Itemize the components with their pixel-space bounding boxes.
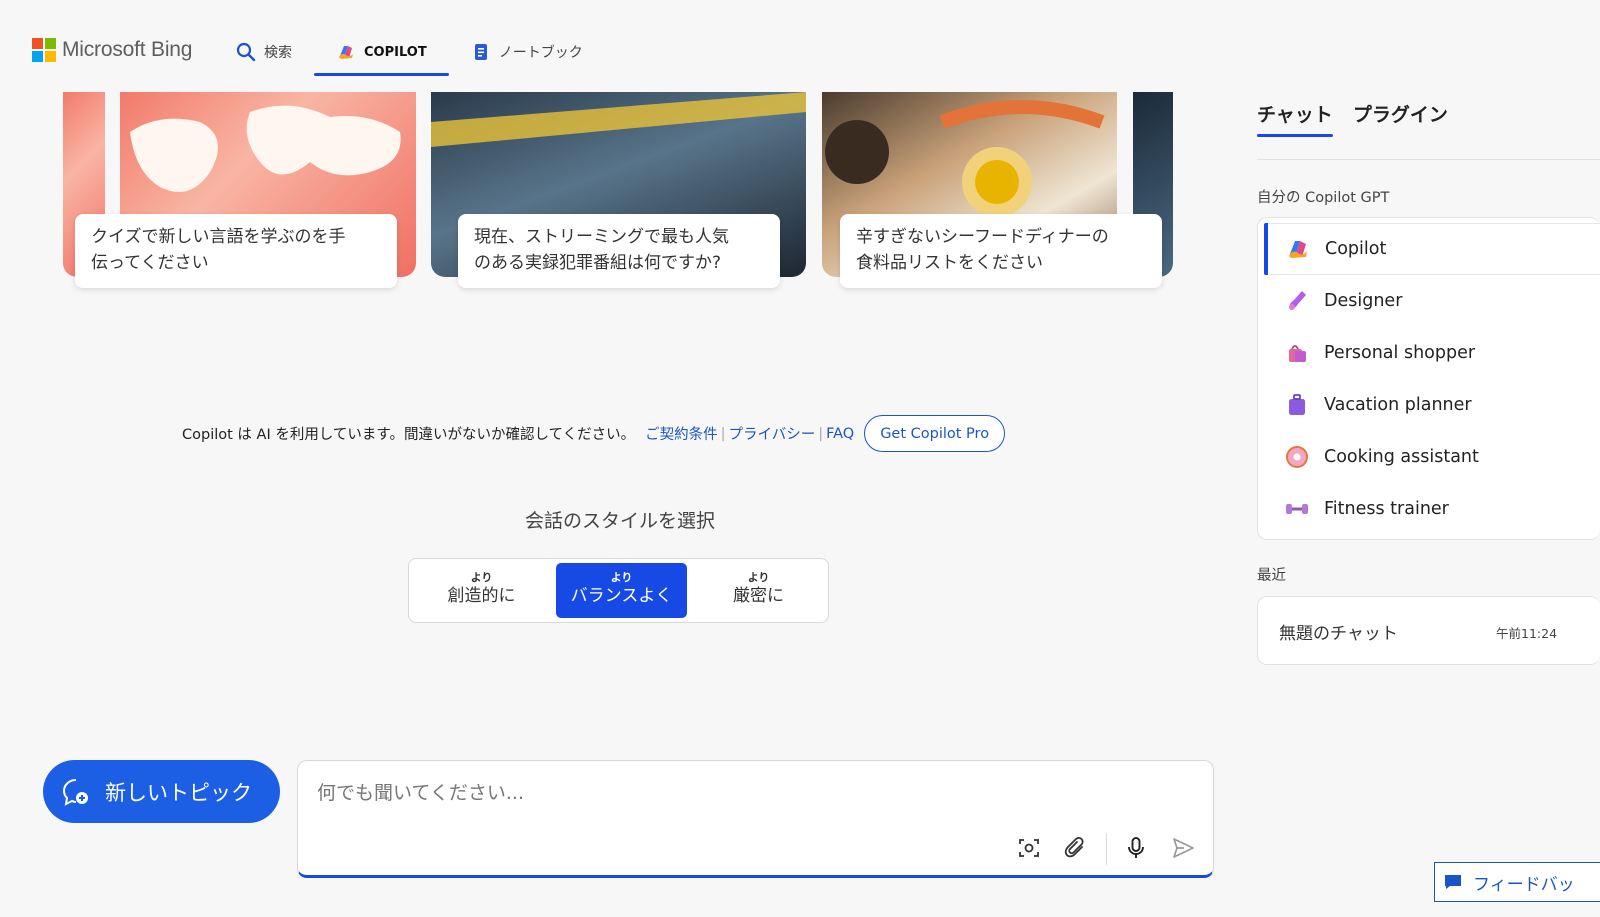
- gpt-label: Designer: [1324, 291, 1403, 311]
- sidebar-tabs: チャット プラグイン: [1257, 100, 1448, 137]
- recent-chat-time: 午前11:24: [1496, 626, 1558, 641]
- divider: |: [720, 425, 726, 442]
- style-precise-button[interactable]: より 厳密に: [693, 563, 824, 618]
- style-balanced-small: より: [610, 571, 633, 584]
- recent-section-label: 最近: [1257, 568, 1286, 584]
- camera-scan-icon: [1019, 839, 1039, 857]
- nav-notebook-label: ノートブック: [498, 45, 583, 61]
- feedback-icon: [1445, 875, 1461, 889]
- feedback-button[interactable]: フィードバッ: [1434, 862, 1600, 902]
- donut-icon: [1286, 446, 1308, 468]
- visual-search-button[interactable]: [1014, 833, 1044, 863]
- suggestion-3-line1: 辛すぎないシーフードディナーの: [856, 227, 1109, 247]
- microsoft-logo-icon: [32, 38, 56, 62]
- gpt-label: Copilot: [1325, 239, 1387, 259]
- tabs-divider: [1257, 159, 1600, 160]
- top-nav: 検索 COPILOT ノートブック: [236, 28, 605, 76]
- suggestion-card-2[interactable]: 現在、ストリーミングで最も人気 のある実録犯罪番組は何ですか?: [458, 214, 780, 288]
- new-topic-icon: [62, 778, 88, 806]
- gpt-item-cooking-assistant[interactable]: Cooking assistant: [1264, 431, 1600, 483]
- conversation-style-selector: より 創造的に より バランスよく より 厳密に: [408, 558, 829, 623]
- disclaimer-text: Copilot は AI を利用しています。間違いがないか確認してください。: [182, 427, 636, 443]
- toolbar-divider: [1106, 833, 1107, 865]
- gpt-label: Vacation planner: [1324, 395, 1472, 415]
- nav-copilot-label: COPILOT: [364, 44, 427, 60]
- microphone-icon: [1128, 837, 1144, 858]
- feedback-label: フィードバッ: [1473, 874, 1575, 895]
- privacy-link[interactable]: プライバシー: [728, 423, 815, 444]
- faq-link[interactable]: FAQ: [826, 426, 854, 442]
- suggestion-1-line1: クイズで新しい言語を学ぶのを手: [91, 227, 346, 247]
- voice-input-button[interactable]: [1121, 833, 1151, 863]
- suggestion-carousel: クイズで新しい言語を学ぶのを手 伝ってください 現在、ストリーミングで最も人気 …: [63, 92, 1173, 312]
- style-creative-small: より: [470, 571, 493, 584]
- gpt-item-vacation-planner[interactable]: Vacation planner: [1264, 379, 1600, 431]
- get-copilot-pro-button[interactable]: Get Copilot Pro: [864, 415, 1006, 452]
- chat-input-box: [297, 760, 1214, 878]
- brand-name: Microsoft Bing: [62, 38, 193, 61]
- suggestion-card-1[interactable]: クイズで新しい言語を学ぶのを手 伝ってください: [75, 214, 397, 288]
- gpt-section-label: 自分の Copilot GPT: [1257, 190, 1390, 206]
- copilot-icon: [1289, 241, 1307, 258]
- gpt-list: Copilot Designer Personal shopper Vacati…: [1257, 217, 1600, 540]
- new-topic-button[interactable]: 新しいトピック: [43, 760, 280, 823]
- suitcase-icon: [1289, 394, 1305, 415]
- style-selector-title: 会話のスタイルを選択: [524, 510, 715, 532]
- style-balanced-button[interactable]: より バランスよく: [556, 563, 687, 618]
- tab-plugins[interactable]: プラグイン: [1353, 100, 1448, 135]
- chat-input[interactable]: [317, 775, 1177, 811]
- paperclip-icon: [1064, 836, 1084, 858]
- style-balanced-label: バランスよく: [570, 586, 673, 606]
- designer-icon: [1289, 291, 1306, 310]
- nav-copilot[interactable]: COPILOT: [314, 28, 449, 76]
- style-precise-label: 厳密に: [733, 586, 784, 606]
- seafood-illustration: [825, 100, 1105, 217]
- bing-copilot-page: Microsoft Bing 検索 COPILOT ノートブック クイズで新しい…: [0, 0, 1600, 917]
- divider: |: [818, 425, 824, 442]
- send-button[interactable]: [1168, 833, 1198, 863]
- dumbbell-icon: [1286, 504, 1308, 514]
- gpt-item-designer[interactable]: Designer: [1264, 275, 1600, 327]
- header: Microsoft Bing 検索 COPILOT ノートブック: [0, 0, 1600, 92]
- suggestion-3-line2: 食料品リストをください: [856, 253, 1043, 273]
- suggestion-2-line1: 現在、ストリーミングで最も人気: [474, 227, 729, 247]
- world-map-illustration: [130, 105, 401, 192]
- tab-chat[interactable]: チャット: [1257, 100, 1333, 137]
- send-icon: [1173, 838, 1194, 858]
- attach-button[interactable]: [1060, 833, 1090, 863]
- gpt-label: Personal shopper: [1324, 343, 1476, 363]
- nav-notebook[interactable]: ノートブック: [449, 28, 605, 76]
- style-creative-button[interactable]: より 創造的に: [416, 563, 547, 618]
- gpt-label: Fitness trainer: [1324, 499, 1449, 519]
- recent-chat-item[interactable]: 無題のチャット 午前11:24: [1257, 596, 1600, 665]
- gpt-item-copilot[interactable]: Copilot: [1264, 223, 1600, 275]
- gpt-item-personal-shopper[interactable]: Personal shopper: [1264, 327, 1600, 379]
- notebook-icon: [474, 44, 487, 60]
- shopping-bag-icon: [1289, 345, 1306, 362]
- style-creative-label: 創造的に: [447, 586, 516, 606]
- suggestion-2-line2: のある実録犯罪番組は何ですか?: [474, 253, 722, 273]
- copilot-icon: [339, 46, 353, 59]
- suggestion-1-line2: 伝ってください: [91, 253, 209, 273]
- disclaimer-bar: Copilot は AI を利用しています。間違いがないか確認してください。 ご…: [182, 415, 1006, 452]
- terms-link[interactable]: ご契約条件: [645, 423, 718, 444]
- nav-search[interactable]: 検索: [236, 28, 314, 76]
- search-icon: [236, 42, 256, 62]
- suggestion-card-3[interactable]: 辛すぎないシーフードディナーの 食料品リストをください: [840, 214, 1162, 288]
- recent-chat-title: 無題のチャット: [1279, 624, 1398, 644]
- nav-search-label: 検索: [264, 45, 292, 61]
- style-precise-small: より: [747, 571, 770, 584]
- microsoft-bing-logo[interactable]: Microsoft Bing: [32, 38, 192, 62]
- new-topic-label: 新しいトピック: [105, 780, 252, 805]
- gpt-item-fitness-trainer[interactable]: Fitness trainer: [1264, 483, 1600, 535]
- gpt-label: Cooking assistant: [1324, 447, 1479, 467]
